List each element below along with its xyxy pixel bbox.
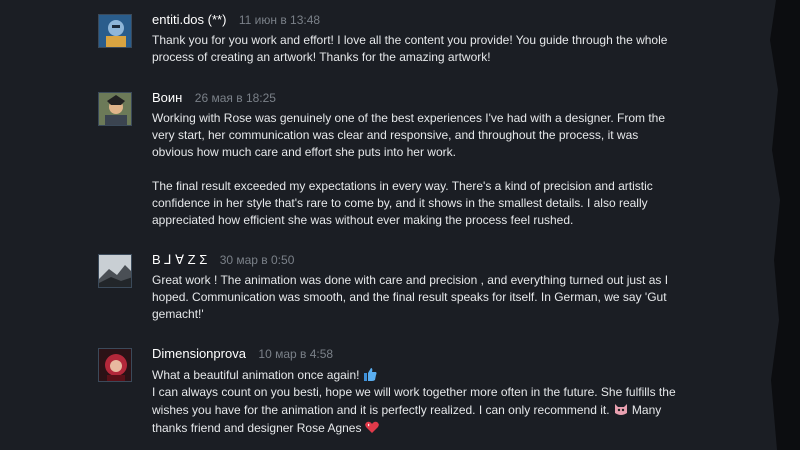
author-name[interactable]: B ⅃ ∀ Z Σ (152, 252, 207, 268)
author-name[interactable]: Воин (152, 90, 182, 106)
comment-text: What a beautiful animation once again! I… (152, 366, 752, 437)
comment-line: process of creating an artwork! Thanks f… (152, 50, 491, 64)
author-name[interactable]: Dimensionprova (152, 346, 246, 362)
comment-line: confidence in her style that's rare to c… (152, 196, 648, 210)
comment-line: hoped. Communication was smooth, and the… (152, 290, 667, 304)
avatar[interactable] (98, 254, 132, 288)
comment-line: very start, her communication was clear … (152, 128, 639, 142)
comment-text: Thank you for you work and effort! I lov… (152, 32, 752, 66)
comment-line-text: Many (631, 403, 662, 417)
comment-timestamp: 30 мар в 0:50 (219, 253, 295, 267)
landscape-avatar-icon (99, 255, 131, 287)
comment-line: I can always count on you besti, hope we… (152, 385, 676, 399)
comment-line: wishes you have for the animation and it… (152, 401, 752, 419)
thumbs-up-icon (364, 368, 377, 381)
avatar[interactable] (98, 348, 132, 382)
comment-timestamp: 11 июн в 13:48 (238, 13, 321, 27)
knight-avatar-icon (99, 15, 131, 47)
comment-line: What a beautiful animation once again! (152, 366, 752, 384)
comment-line-text: What a beautiful animation once again! (152, 368, 360, 382)
avatar[interactable] (98, 92, 132, 126)
comment-text: Working with Rose was genuinely one of t… (152, 110, 752, 229)
cat-face-icon (614, 404, 627, 415)
heart-icon (365, 421, 380, 433)
red-hair-avatar-icon (99, 349, 131, 381)
comment-line: The final result exceeded my expectation… (152, 179, 653, 193)
warrior-avatar-icon (99, 93, 131, 125)
comment-timestamp: 10 мар в 4:58 (258, 347, 334, 361)
avatar[interactable] (98, 14, 132, 48)
comment-line: Working with Rose was genuinely one of t… (152, 111, 666, 125)
author-name[interactable]: entiti.dos (**) (152, 12, 226, 28)
comment-line: Thank you for you work and effort! I lov… (152, 33, 668, 47)
comment-line-text: thanks friend and designer Rose Agnes (152, 421, 362, 435)
comments-panel: entiti.dos (**) 11 июн в 13:48 Thank you… (0, 0, 780, 450)
comment-line: appreciated how efficient she was withou… (152, 213, 574, 227)
comment-timestamp: 26 мая в 18:25 (194, 91, 276, 105)
comment-text: Great work ! The animation was done with… (152, 272, 752, 323)
comment-line: obvious how much care and effort she put… (152, 145, 456, 159)
comment-line: Great work ! The animation was done with… (152, 273, 669, 287)
comment-line: thanks friend and designer Rose Agnes (152, 419, 752, 437)
comment-line-text: wishes you have for the animation and it… (152, 403, 610, 417)
comment-line: gemacht!' (152, 307, 204, 321)
